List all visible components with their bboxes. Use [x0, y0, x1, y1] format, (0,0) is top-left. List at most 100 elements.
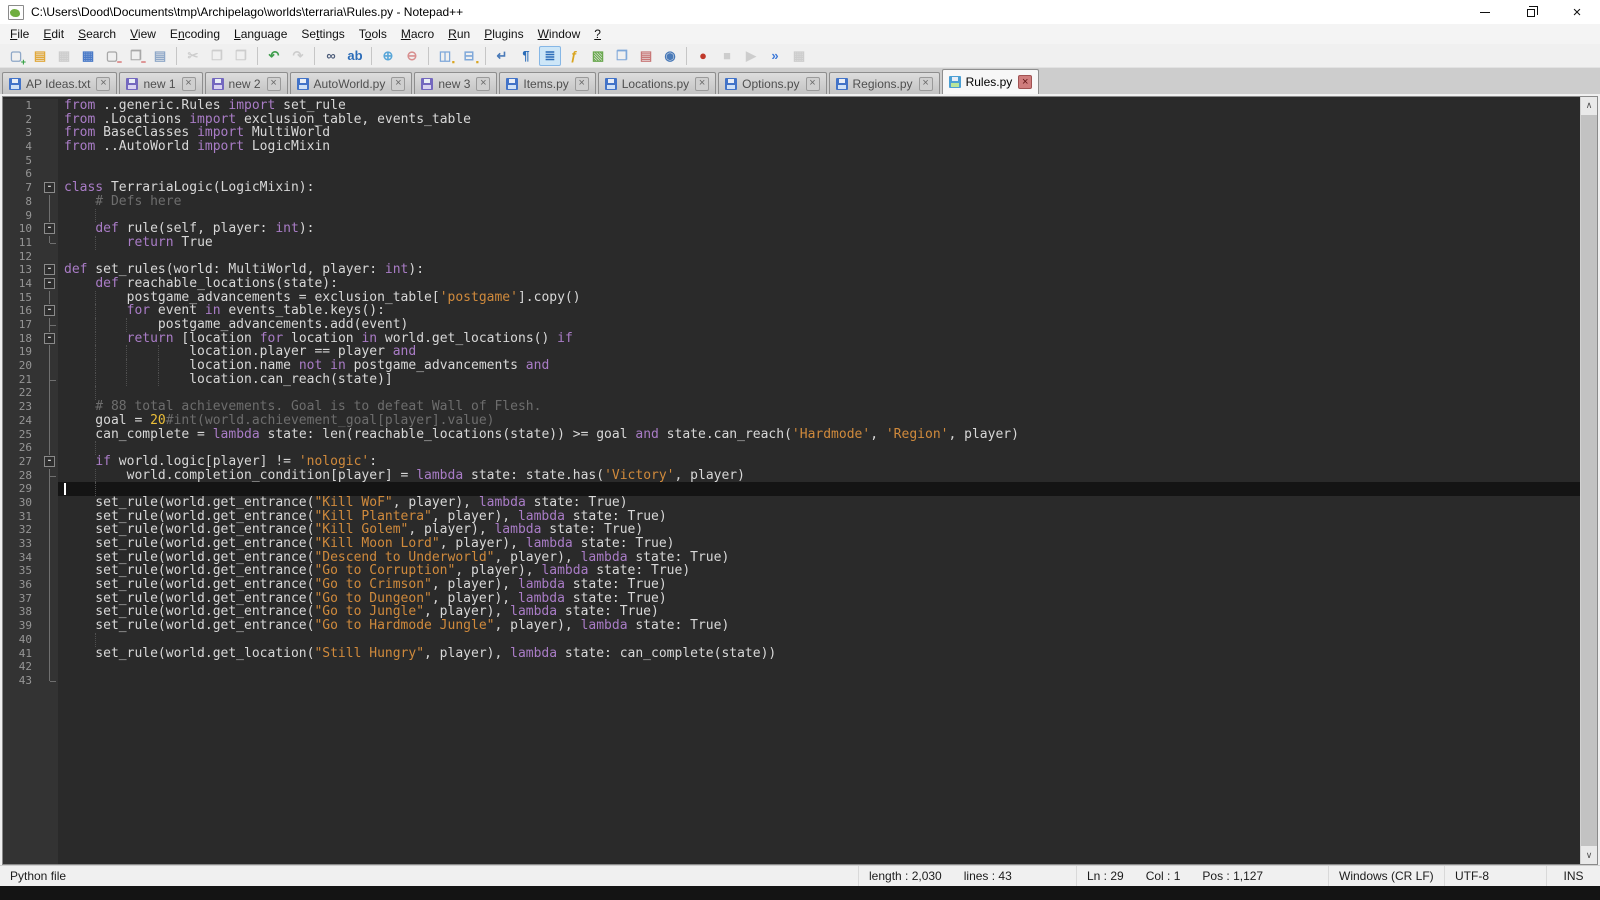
document-map-icon[interactable]: ▧ [587, 46, 609, 66]
sync-vertical-scrolling-icon[interactable]: ◫▪ [434, 46, 456, 66]
fold-margin [42, 469, 58, 483]
close-all-icon[interactable]: ❐− [125, 46, 147, 66]
fold-marker-icon[interactable]: - [44, 305, 55, 316]
fold-marker-icon[interactable]: - [44, 182, 55, 193]
tab-close-icon[interactable]: × [96, 77, 110, 91]
menu-file[interactable]: File [3, 25, 36, 43]
tab-label: new 1 [143, 77, 175, 91]
scrollbar-thumb[interactable] [1581, 115, 1597, 846]
cut-icon: ✂ [182, 46, 204, 66]
fold-margin [42, 523, 58, 537]
macro-stop-icon: ■ [716, 46, 738, 66]
menu-window[interactable]: Window [531, 25, 588, 43]
save-all-icon[interactable]: ▦ [77, 46, 99, 66]
code-line: 15 postgame_advancements = exclusion_tab… [3, 291, 1580, 305]
code-line: 1from ..generic.Rules import set_rule [3, 99, 1580, 113]
code-text: location.name not in postgame_advancemen… [58, 359, 1580, 373]
fold-marker-icon[interactable]: - [44, 264, 55, 275]
show-all-characters-icon[interactable]: ¶ [515, 46, 537, 66]
close-button[interactable]: × [1554, 0, 1600, 24]
new-file-icon[interactable]: ▢+ [5, 46, 27, 66]
undo-icon[interactable]: ↶ [263, 46, 285, 66]
fold-marker-icon[interactable]: - [44, 333, 55, 344]
document-list-icon[interactable]: ❐ [611, 46, 633, 66]
macro-run-multiple-icon[interactable]: » [764, 46, 786, 66]
tab-locations.py[interactable]: Locations.py× [598, 72, 716, 94]
code-text: set_rule(world.get_entrance("Go to Corru… [58, 564, 1580, 578]
fold-margin [42, 482, 58, 496]
fold-marker-icon[interactable]: - [44, 456, 55, 467]
tab-close-icon[interactable]: × [806, 77, 820, 91]
find-icon[interactable]: ∞ [320, 46, 342, 66]
minimize-button[interactable] [1462, 0, 1508, 24]
monitoring-icon[interactable]: ◉ [659, 46, 681, 66]
tab-close-icon[interactable]: × [476, 77, 490, 91]
toolbar-separator [257, 47, 258, 65]
line-number: 25 [3, 428, 37, 442]
close-icon[interactable]: ▢− [101, 46, 123, 66]
menu-run[interactable]: Run [441, 25, 477, 43]
line-number: 41 [3, 647, 37, 661]
menu-settings[interactable]: Settings [294, 25, 351, 43]
tab-label: Rules.py [966, 75, 1013, 89]
open-file-icon[interactable]: ▤ [29, 46, 51, 66]
menu-language[interactable]: Language [227, 25, 294, 43]
line-number: 2 [3, 113, 37, 127]
toolbar-separator [176, 47, 177, 65]
status-eol-format[interactable]: Windows (CR LF) [1328, 866, 1444, 886]
status-col: Col : 1 [1146, 869, 1181, 883]
sync-horizontal-scrolling-icon[interactable]: ⊟▪ [458, 46, 480, 66]
tab-items.py[interactable]: Items.py× [499, 72, 595, 94]
notepadpp-logo-icon[interactable] [8, 5, 24, 20]
menu-encoding[interactable]: Encoding [163, 25, 227, 43]
tab-regions.py[interactable]: Regions.py× [829, 72, 940, 94]
tab-close-icon[interactable]: × [182, 77, 196, 91]
menu-tools[interactable]: Tools [352, 25, 394, 43]
tab-new-3[interactable]: new 3× [414, 72, 497, 94]
tab-close-icon[interactable]: × [267, 77, 281, 91]
zoom-in-icon[interactable]: ⊕ [377, 46, 399, 66]
menu-[interactable]: ? [587, 25, 608, 43]
print-icon[interactable]: ▤ [149, 46, 171, 66]
tab-options.py[interactable]: Options.py× [718, 72, 826, 94]
code-editor[interactable]: 1from ..generic.Rules import set_rule2fr… [3, 97, 1580, 864]
scrollbar-down-icon[interactable]: ∨ [1581, 847, 1597, 864]
zoom-out-icon[interactable]: ⊖ [401, 46, 423, 66]
function-list-icon[interactable]: ƒ [563, 46, 585, 66]
tab-autoworld.py[interactable]: AutoWorld.py× [290, 72, 413, 94]
fold-margin [42, 236, 58, 250]
status-lines: lines : 43 [964, 869, 1012, 883]
macro-record-icon[interactable]: ● [692, 46, 714, 66]
tab-new-1[interactable]: new 1 × [119, 72, 202, 94]
status-insert-mode[interactable]: INS [1546, 866, 1600, 886]
restore-button[interactable] [1508, 0, 1554, 24]
show-indent-guide-icon[interactable]: ≣ [539, 46, 561, 66]
replace-icon[interactable]: ab [344, 46, 366, 66]
tab-close-icon[interactable]: × [1018, 75, 1032, 89]
menu-plugins[interactable]: Plugins [477, 25, 530, 43]
fold-marker-icon[interactable]: - [44, 278, 55, 289]
menu-view[interactable]: View [123, 25, 163, 43]
code-line: 20 location.name not in postgame_advance… [3, 359, 1580, 373]
menu-edit[interactable]: Edit [36, 25, 71, 43]
tab-close-icon[interactable]: × [575, 77, 589, 91]
menu-macro[interactable]: Macro [394, 25, 441, 43]
code-text [58, 154, 1580, 168]
tab-rules.py[interactable]: Rules.py × [942, 69, 1040, 94]
status-encoding[interactable]: UTF-8 [1444, 866, 1546, 886]
code-text [58, 482, 1580, 496]
tab-ap-ideas.txt[interactable]: AP Ideas.txt× [2, 72, 117, 94]
tab-close-icon[interactable]: × [695, 77, 709, 91]
folder-as-workspace-icon[interactable]: ▤ [635, 46, 657, 66]
tab-close-icon[interactable]: × [919, 77, 933, 91]
save-file-icon [212, 78, 224, 90]
tab-new-2[interactable]: new 2× [205, 72, 288, 94]
fold-marker-icon[interactable]: - [44, 223, 55, 234]
menu-search[interactable]: Search [71, 25, 123, 43]
fold-margin [42, 386, 58, 400]
tab-bar: AP Ideas.txt×new 1×new 2×AutoWorld.py×ne… [0, 68, 1600, 94]
tab-close-icon[interactable]: × [391, 77, 405, 91]
word-wrap-icon[interactable]: ↵ [491, 46, 513, 66]
scrollbar-up-icon[interactable]: ∧ [1581, 97, 1597, 114]
vertical-scrollbar[interactable]: ∧ ∨ [1580, 97, 1597, 864]
